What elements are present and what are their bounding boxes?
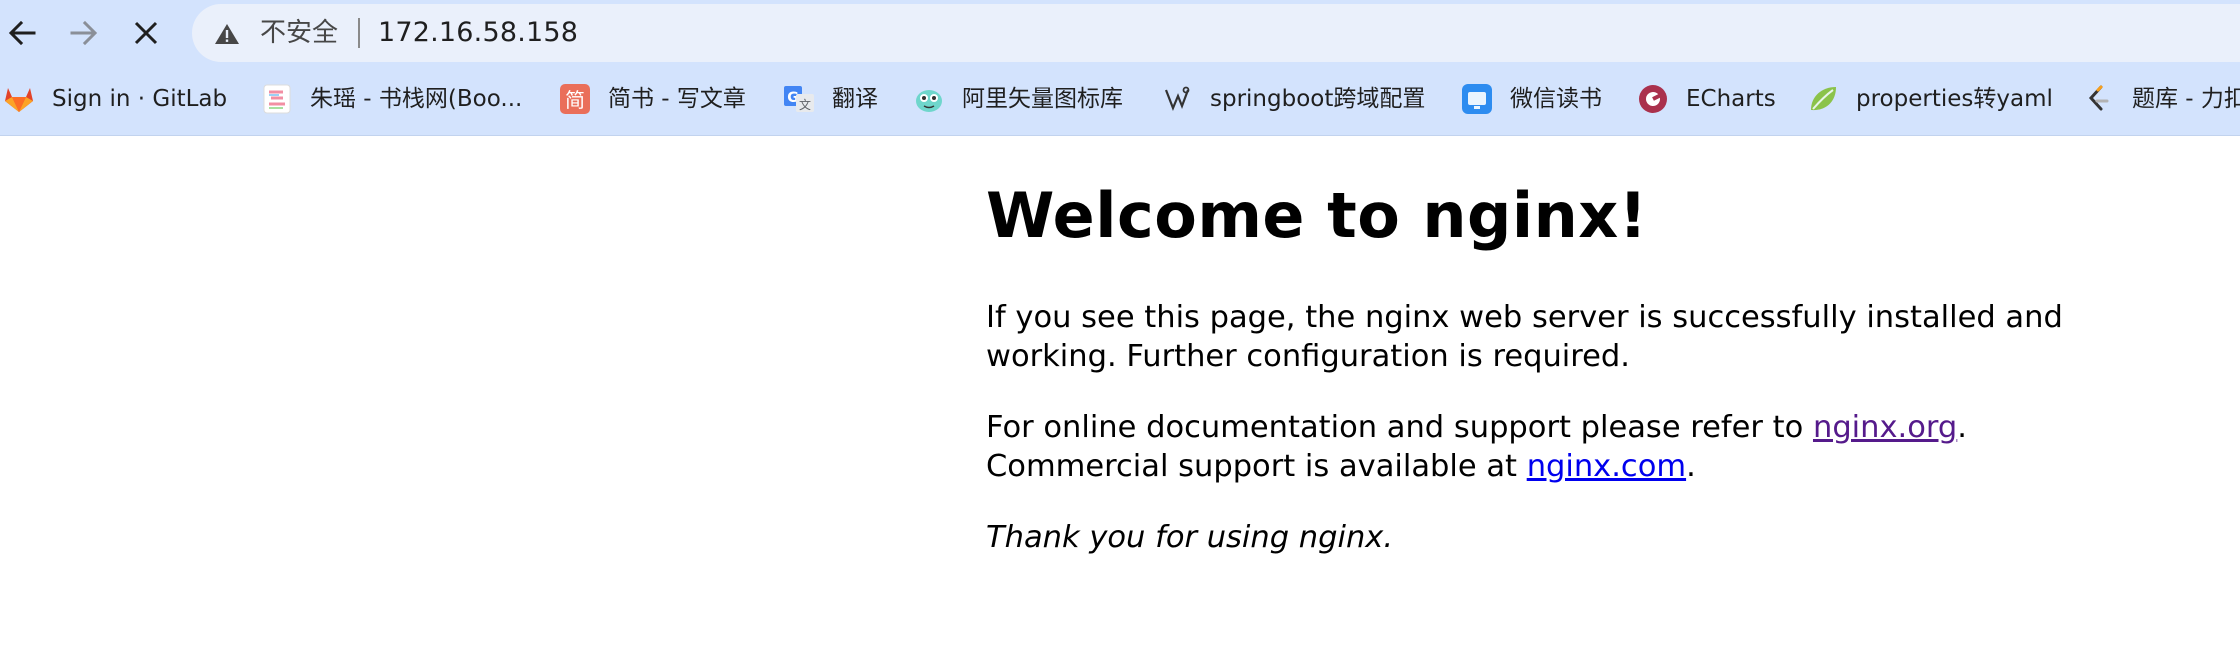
svg-text:简: 简 bbox=[565, 88, 585, 112]
browser-toolbar: 不安全 172.16.58.158 bbox=[0, 0, 2240, 66]
support-text-4: . bbox=[1686, 449, 1696, 484]
page-title: Welcome to nginx! bbox=[986, 179, 1648, 252]
bookmark-label: ECharts bbox=[1686, 86, 1776, 112]
url-text[interactable]: 172.16.58.158 bbox=[378, 16, 578, 50]
warning-icon[interactable] bbox=[214, 23, 240, 49]
back-arrow-icon bbox=[7, 18, 37, 48]
bookmark-translate[interactable]: G文 翻译 bbox=[784, 74, 878, 124]
bookmark-label: 朱瑶 - 书栈网(Boo... bbox=[310, 86, 523, 112]
svg-text:文: 文 bbox=[799, 97, 811, 112]
jianshu-icon: 简 bbox=[560, 84, 590, 114]
bookmark-properties-to-yaml[interactable]: properties转yaml bbox=[1808, 74, 2053, 124]
forward-arrow-icon bbox=[69, 18, 99, 48]
bookmark-bookstack[interactable]: 朱瑶 - 书栈网(Boo... bbox=[262, 74, 522, 124]
support-text-2: . bbox=[1957, 410, 1967, 445]
bookmark-label: 翻译 bbox=[832, 86, 878, 112]
omnibox-divider bbox=[358, 18, 360, 48]
bookmark-label: properties转yaml bbox=[1856, 86, 2053, 112]
bookmark-label: Sign in · GitLab bbox=[52, 86, 228, 112]
back-button[interactable] bbox=[0, 11, 44, 55]
nginx-org-link[interactable]: nginx.org bbox=[1813, 410, 1957, 445]
iconfont-icon bbox=[914, 84, 944, 114]
bookstack-icon bbox=[262, 84, 292, 114]
bookmark-echarts[interactable]: ECharts bbox=[1638, 74, 1776, 124]
bookmark-jianshu[interactable]: 简 简书 - 写文章 bbox=[560, 74, 746, 124]
support-text-3: Commercial support is available at bbox=[986, 449, 1527, 484]
bookmark-weread[interactable]: 微信读书 bbox=[1462, 74, 1602, 124]
bookmark-label: 题库 - 力扣 bbox=[2132, 86, 2240, 112]
close-icon bbox=[132, 19, 160, 47]
gitlab-icon bbox=[4, 84, 34, 114]
bookmarks-bar: Sign in · GitLab 朱瑶 - 书栈网(Boo... 简 简书 - … bbox=[0, 74, 2240, 124]
echarts-icon bbox=[1638, 84, 1668, 114]
bookmark-label: 阿里矢量图标库 bbox=[962, 86, 1123, 112]
bookmark-label: springboot跨域配置 bbox=[1210, 86, 1426, 112]
bookmark-leetcode[interactable]: 题库 - 力扣 bbox=[2084, 74, 2240, 124]
browser-chrome: 不安全 172.16.58.158 Sign in · GitLab 朱瑶 - … bbox=[0, 0, 2240, 136]
nginx-com-link[interactable]: nginx.com bbox=[1527, 449, 1686, 484]
thank-you-message: Thank you for using nginx. bbox=[986, 520, 1394, 555]
bookmark-label: 简书 - 写文章 bbox=[608, 86, 746, 112]
support-message: For online documentation and support ple… bbox=[986, 408, 1967, 486]
forward-button[interactable] bbox=[62, 11, 106, 55]
google-translate-icon: G文 bbox=[784, 84, 814, 114]
bookmark-label: 微信读书 bbox=[1510, 86, 1602, 112]
support-text-1: For online documentation and support ple… bbox=[986, 410, 1813, 445]
leetcode-icon bbox=[2084, 84, 2114, 114]
install-message-line1: If you see this page, the nginx web serv… bbox=[986, 300, 2063, 335]
bookmark-iconfont[interactable]: 阿里矢量图标库 bbox=[914, 74, 1123, 124]
springboot-icon bbox=[1162, 84, 1192, 114]
bookmark-springboot-cors[interactable]: springboot跨域配置 bbox=[1162, 74, 1425, 124]
weread-icon bbox=[1462, 84, 1492, 114]
install-message: If you see this page, the nginx web serv… bbox=[986, 298, 2063, 376]
leaf-icon bbox=[1808, 84, 1838, 114]
stop-loading-button[interactable] bbox=[124, 11, 168, 55]
address-bar[interactable]: 不安全 172.16.58.158 bbox=[192, 4, 2240, 62]
install-message-line2: working. Further configuration is requir… bbox=[986, 339, 1630, 374]
security-status-label[interactable]: 不安全 bbox=[260, 16, 338, 50]
bookmark-gitlab[interactable]: Sign in · GitLab bbox=[4, 74, 227, 124]
